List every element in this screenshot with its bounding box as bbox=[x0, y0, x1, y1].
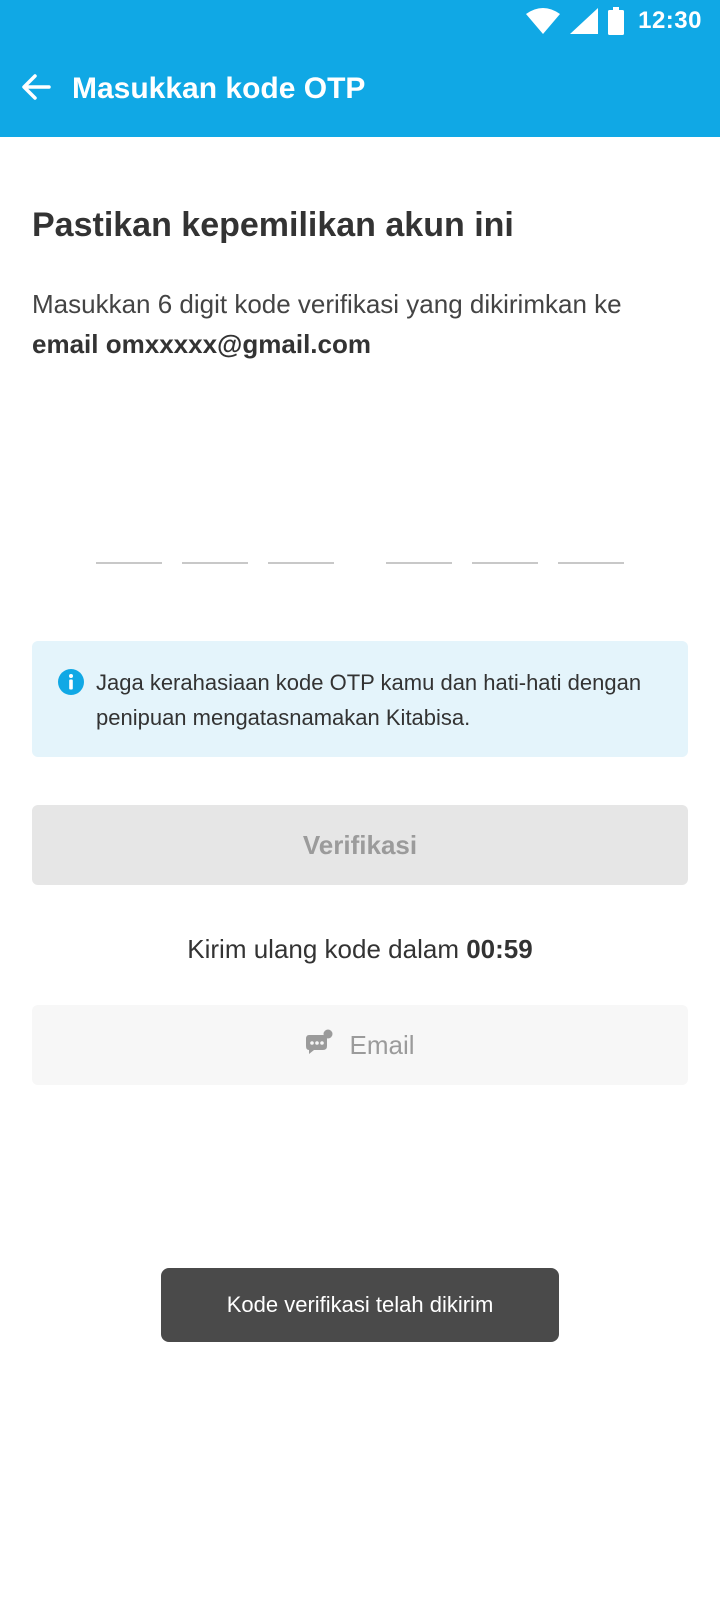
info-text: Jaga kerahasiaan kode OTP kamu dan hati-… bbox=[96, 670, 642, 730]
app-bar: 12:30 Masukkan kode OTP bbox=[0, 0, 720, 137]
resend-countdown: Kirim ulang kode dalam 00:59 bbox=[0, 934, 720, 965]
toast-message: Kode verifikasi telah dikirim bbox=[161, 1268, 559, 1342]
wifi-icon bbox=[526, 8, 561, 34]
otp-digit-1[interactable] bbox=[96, 540, 162, 564]
status-bar: 12:30 bbox=[0, 0, 720, 40]
status-icons: 12:30 bbox=[526, 6, 702, 36]
chat-bubble-icon bbox=[305, 1029, 333, 1062]
otp-digit-5[interactable] bbox=[472, 540, 538, 564]
cellular-signal-icon bbox=[570, 8, 599, 34]
info-icon bbox=[58, 669, 84, 700]
verify-button[interactable]: Verifikasi bbox=[32, 805, 688, 885]
arrow-left-icon bbox=[21, 73, 51, 106]
description-email: omxxxxx@gmail.com bbox=[105, 329, 371, 359]
info-box: Jaga kerahasiaan kode OTP kamu dan hati-… bbox=[32, 641, 688, 757]
otp-digit-4[interactable] bbox=[386, 540, 452, 564]
status-time: 12:30 bbox=[638, 7, 702, 34]
resend-email-button[interactable]: Email bbox=[32, 1005, 688, 1085]
otp-digit-3[interactable] bbox=[268, 540, 334, 564]
toolbar-title: Masukkan kode OTP bbox=[72, 72, 366, 105]
description-channel: email bbox=[32, 329, 99, 359]
email-button-label: Email bbox=[349, 1029, 415, 1060]
toolbar: Masukkan kode OTP bbox=[0, 54, 720, 124]
verification-description: Masukkan 6 digit kode verifikasi yang di… bbox=[32, 284, 692, 364]
description-prefix: Masukkan 6 digit kode verifikasi yang di… bbox=[32, 289, 622, 319]
resend-timer: 00:59 bbox=[466, 934, 533, 964]
back-button[interactable] bbox=[0, 54, 72, 124]
battery-icon bbox=[608, 7, 625, 35]
resend-prefix: Kirim ulang kode dalam bbox=[187, 934, 459, 964]
page-title: Pastikan kepemilikan akun ini bbox=[32, 206, 514, 244]
otp-digit-2[interactable] bbox=[182, 540, 248, 564]
otp-digit-6[interactable] bbox=[558, 540, 624, 564]
otp-input-group bbox=[0, 540, 720, 564]
